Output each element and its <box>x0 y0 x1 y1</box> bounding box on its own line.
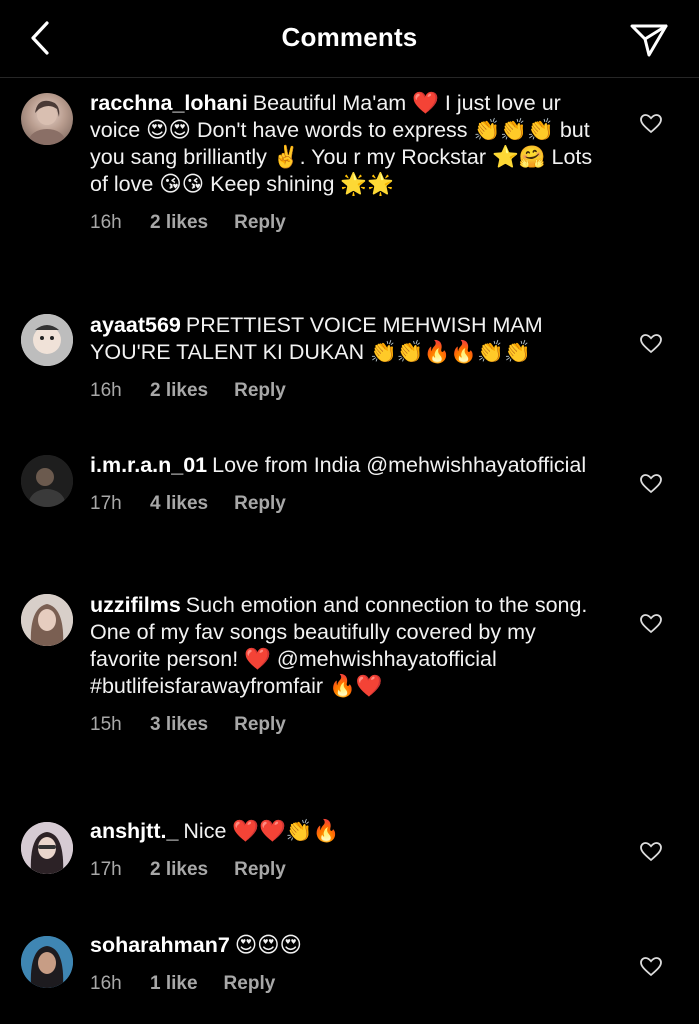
comment-time: 16h <box>90 973 122 994</box>
avatar[interactable] <box>21 822 73 874</box>
comment-username[interactable]: soharahman7 <box>90 933 230 957</box>
comment-likes[interactable]: 2 likes <box>150 212 208 234</box>
avatar[interactable] <box>21 93 73 145</box>
comment-meta: 15h 3 likes Reply <box>90 714 610 736</box>
comment-likes[interactable]: 3 likes <box>150 714 208 736</box>
share-button[interactable] <box>627 18 671 62</box>
comment-body: Nice ❤️❤️👏🔥 <box>183 819 340 843</box>
heart-outline-icon <box>640 957 662 977</box>
paper-plane-icon <box>630 24 668 57</box>
comment-time: 17h <box>90 859 122 880</box>
header-bar: Comments <box>0 0 699 78</box>
comment-text: racchna_lohani Beautiful Ma'am ❤️ I just … <box>90 90 610 198</box>
avatar[interactable] <box>21 936 73 988</box>
comment-username[interactable]: racchna_lohani <box>90 91 248 115</box>
comment-meta: 16h 1 like Reply <box>90 973 610 995</box>
heart-outline-icon <box>640 614 662 634</box>
comment-text: anshjtt._ Nice ❤️❤️👏🔥 <box>90 818 610 845</box>
heart-outline-icon <box>640 114 662 134</box>
like-button[interactable] <box>638 111 664 137</box>
comment-likes[interactable]: 2 likes <box>150 859 208 881</box>
comment-meta: 17h 2 likes Reply <box>90 859 610 881</box>
comment-username[interactable]: i.m.r.a.n_01 <box>90 453 207 477</box>
comment-username[interactable]: uzzifilms <box>90 593 181 617</box>
reply-button[interactable]: Reply <box>224 973 276 995</box>
page-title: Comments <box>281 22 418 52</box>
reply-button[interactable]: Reply <box>234 380 286 402</box>
like-button[interactable] <box>638 954 664 980</box>
comment-likes[interactable]: 1 like <box>150 973 198 995</box>
comment-time: 16h <box>90 212 122 233</box>
comment-meta: 16h 2 likes Reply <box>90 212 610 234</box>
comment-text: uzzifilms Such emotion and connection to … <box>90 592 610 700</box>
heart-outline-icon <box>640 474 662 494</box>
comment-time: 15h <box>90 714 122 735</box>
comment-username[interactable]: anshjtt._ <box>90 819 178 843</box>
like-button[interactable] <box>638 839 664 865</box>
reply-button[interactable]: Reply <box>234 714 286 736</box>
like-button[interactable] <box>638 331 664 357</box>
comment-text: i.m.r.a.n_01 Love from India @mehwishhaya… <box>90 452 610 479</box>
comment-likes[interactable]: 2 likes <box>150 380 208 402</box>
avatar[interactable] <box>21 594 73 646</box>
avatar[interactable] <box>21 314 73 366</box>
comment-meta: 17h 4 likes Reply <box>90 493 610 515</box>
like-button[interactable] <box>638 611 664 637</box>
comment-body: 😍😍😍 <box>234 933 303 957</box>
like-button[interactable] <box>638 471 664 497</box>
comment-text: ayaat569 PRETTIEST VOICE MEHWISH MAM YOU'… <box>90 312 610 366</box>
comment-username[interactable]: ayaat569 <box>90 313 181 337</box>
reply-button[interactable]: Reply <box>234 859 286 881</box>
comment-text: soharahman7 😍😍😍 <box>90 932 610 959</box>
comment-time: 16h <box>90 380 122 401</box>
heart-outline-icon <box>640 334 662 354</box>
reply-button[interactable]: Reply <box>234 212 286 234</box>
reply-button[interactable]: Reply <box>234 493 286 515</box>
comment-time: 17h <box>90 493 122 514</box>
comment-meta: 16h 2 likes Reply <box>90 380 610 402</box>
avatar[interactable] <box>21 455 73 507</box>
comment-likes[interactable]: 4 likes <box>150 493 208 515</box>
heart-outline-icon <box>640 842 662 862</box>
comment-body: Love from India @mehwishhayatofficial <box>212 453 587 477</box>
